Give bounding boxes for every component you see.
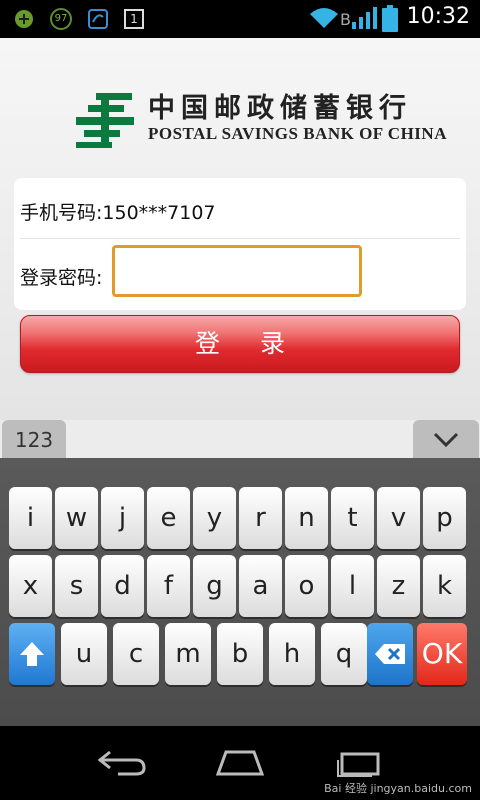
key-d[interactable]: d (101, 555, 144, 617)
password-label: 登录密码: (20, 267, 103, 289)
phone-label: 手机号码: (20, 202, 103, 224)
bank-name-english: POSTAL SAVINGS BANK OF CHINA (148, 124, 447, 143)
key-c[interactable]: c (113, 623, 159, 685)
login-screen: 中国邮政储蓄银行 POSTAL SAVINGS BANK OF CHINA 手机… (0, 38, 480, 420)
ok-key[interactable]: OK (417, 623, 467, 685)
baidu-watermark: Bai 经验 jingyan.baidu.com (324, 782, 472, 795)
password-input[interactable] (112, 245, 362, 297)
signal-icon (352, 7, 377, 29)
back-icon[interactable] (96, 748, 146, 778)
battery-icon (382, 5, 398, 32)
sync-icon (88, 9, 108, 29)
numbers-tab[interactable]: 123 (2, 420, 66, 458)
app-notification-icon (15, 10, 33, 28)
key-l[interactable]: l (331, 555, 374, 617)
key-j[interactable]: j (101, 487, 144, 549)
key-g[interactable]: g (193, 555, 236, 617)
home-icon[interactable] (212, 748, 268, 778)
key-v[interactable]: v (377, 487, 420, 549)
login-form-card: 手机号码:150***7107 登录密码: (14, 178, 466, 310)
chevron-down-icon (433, 432, 459, 448)
key-q[interactable]: q (321, 623, 367, 685)
key-m[interactable]: m (165, 623, 211, 685)
window-count-icon: 1 (124, 9, 144, 29)
key-f[interactable]: f (147, 555, 190, 617)
key-z[interactable]: z (377, 555, 420, 617)
battery-percent-badge: 97 (50, 8, 72, 30)
key-r[interactable]: r (239, 487, 282, 549)
soft-keyboard: i w j e y r n t v p x s d f g a o l z k … (0, 458, 480, 726)
hide-keyboard-button[interactable] (413, 420, 479, 458)
postal-bank-logo (76, 93, 134, 148)
key-s[interactable]: s (55, 555, 98, 617)
phone-value: 150***7107 (102, 202, 216, 224)
recent-apps-icon[interactable] (334, 752, 382, 778)
backspace-icon (375, 644, 405, 664)
keyboard-tab-row: 123 (0, 420, 480, 458)
login-button[interactable]: 登录 (20, 315, 460, 373)
clock: 10:32 (406, 4, 470, 29)
key-e[interactable]: e (147, 487, 190, 549)
key-w[interactable]: w (55, 487, 98, 549)
key-a[interactable]: a (239, 555, 282, 617)
backspace-key[interactable] (367, 623, 413, 685)
key-o[interactable]: o (285, 555, 328, 617)
key-b[interactable]: b (217, 623, 263, 685)
navigation-bar: Bai 经验 jingyan.baidu.com (0, 726, 480, 800)
shift-arrow-icon (20, 642, 44, 666)
key-u[interactable]: u (61, 623, 107, 685)
form-divider (20, 238, 460, 239)
shift-key[interactable] (9, 623, 55, 685)
key-t[interactable]: t (331, 487, 374, 549)
key-x[interactable]: x (9, 555, 52, 617)
key-h[interactable]: h (269, 623, 315, 685)
key-k[interactable]: k (423, 555, 466, 617)
phone-row: 手机号码:150***7107 (20, 198, 216, 225)
bank-name-chinese: 中国邮政储蓄银行 (148, 93, 412, 124)
key-y[interactable]: y (193, 487, 236, 549)
key-n[interactable]: n (285, 487, 328, 549)
key-p[interactable]: p (423, 487, 466, 549)
status-bar: 97 1 B 10:32 (0, 0, 480, 38)
key-i[interactable]: i (9, 487, 52, 549)
wifi-icon (310, 8, 338, 28)
